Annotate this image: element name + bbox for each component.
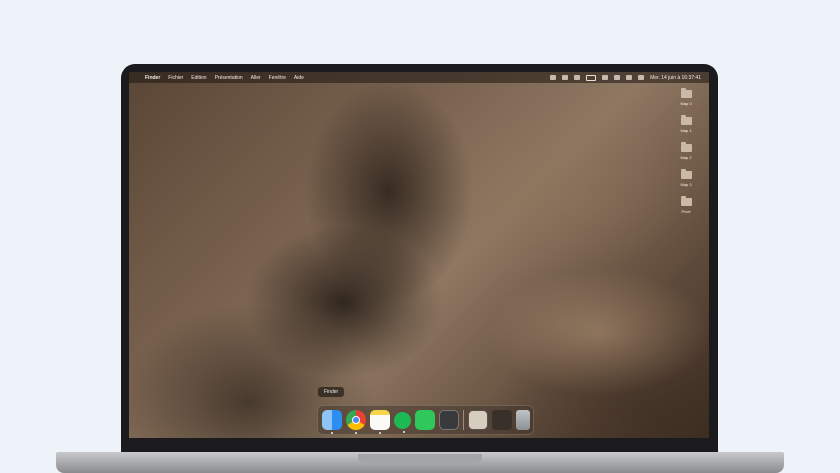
preview-icon[interactable] (468, 410, 488, 430)
desktop-folder[interactable]: Map 2 (671, 142, 701, 169)
menu-view[interactable]: Présentation (215, 75, 243, 81)
menu-go[interactable]: Aller (251, 75, 261, 81)
desktop-folder[interactable]: Map 1 (671, 115, 701, 142)
folder-icon (680, 196, 692, 206)
chrome-icon[interactable] (346, 410, 366, 434)
bluetooth-icon[interactable] (574, 75, 581, 80)
status-icon[interactable] (550, 75, 557, 80)
desktop-screen: Finder Fichier Edition Présentation Alle… (129, 72, 709, 438)
downloads-folder-icon[interactable] (492, 410, 512, 430)
folder-icon (680, 142, 692, 152)
folder-icon (680, 88, 692, 98)
menu-window[interactable]: Fenêtre (269, 75, 286, 81)
desktop-folder[interactable]: Map 0 (671, 88, 701, 115)
calculator-icon[interactable] (439, 410, 459, 430)
desktop-folder-label: Map 3 (680, 182, 692, 187)
status-icon[interactable] (562, 75, 569, 80)
spotify-icon[interactable] (394, 411, 411, 433)
menu-bar: Finder Fichier Edition Présentation Alle… (129, 72, 709, 83)
desktop-folder-label: Map 2 (680, 155, 692, 160)
trash-icon[interactable] (516, 410, 530, 430)
dock (317, 405, 534, 435)
desktop-folder-label: Map 0 (680, 101, 692, 106)
menu-file[interactable]: Fichier (168, 75, 183, 81)
notes-icon[interactable] (370, 410, 390, 434)
dock-divider (463, 410, 464, 430)
desktop-folder[interactable]: Privé (671, 196, 701, 223)
search-icon[interactable] (602, 75, 609, 80)
laptop-notch (358, 454, 482, 463)
messages-icon[interactable] (415, 410, 435, 430)
desktop-icons: Map 0 Map 1 Map 2 Map 3 Privé (671, 88, 701, 223)
running-indicator (355, 432, 357, 434)
folder-icon (680, 115, 692, 125)
control-center-icon[interactable] (626, 75, 633, 80)
wifi-icon[interactable] (614, 75, 621, 80)
running-indicator (331, 432, 333, 434)
menu-help[interactable]: Aide (294, 75, 304, 81)
menu-clock[interactable]: Mer. 14 juin à 16:37:41 (650, 75, 701, 81)
desktop-folder-label: Map 1 (680, 128, 692, 133)
desktop-folder-label: Privé (681, 209, 691, 214)
running-indicator (403, 430, 405, 433)
dock-tooltip: Finder (318, 387, 345, 397)
desktop-folder[interactable]: Map 3 (671, 169, 701, 196)
menu-app-finder[interactable]: Finder (145, 75, 160, 81)
running-indicator (379, 432, 381, 434)
menu-edit[interactable]: Edition (191, 75, 206, 81)
finder-icon[interactable] (322, 410, 342, 434)
folder-icon (680, 169, 692, 179)
input-source-icon[interactable] (638, 75, 645, 80)
battery-icon[interactable] (586, 74, 597, 81)
